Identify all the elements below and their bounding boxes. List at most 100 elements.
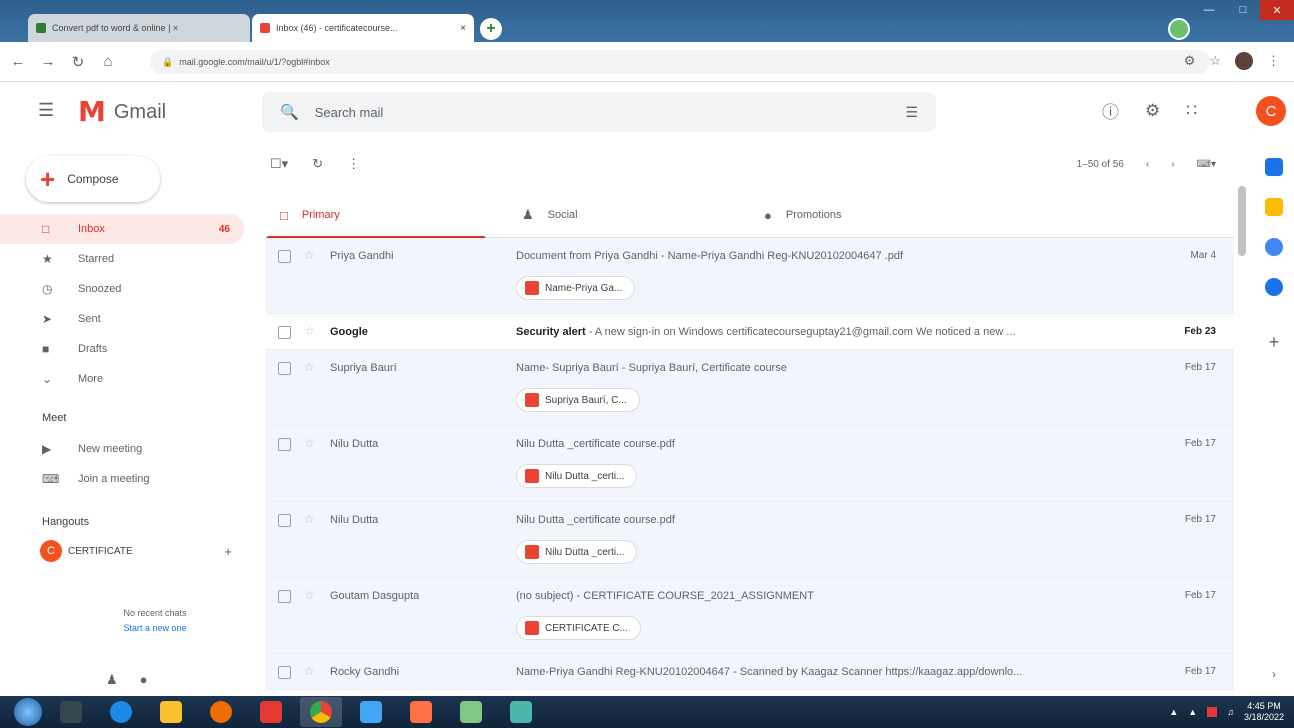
add-addon-icon[interactable]: + <box>1269 332 1280 353</box>
collapse-panel-icon[interactable]: › <box>1272 667 1276 681</box>
sidebar-item-drafts[interactable]: ■ Drafts <box>0 334 244 364</box>
account-avatar[interactable]: C <box>1256 96 1286 126</box>
scrollbar-thumb[interactable] <box>1238 186 1246 256</box>
star-icon[interactable]: ☆ <box>304 512 315 526</box>
start-button-icon[interactable] <box>14 698 42 726</box>
forward-icon[interactable]: → <box>36 53 60 70</box>
taskbar-app-icon[interactable] <box>350 697 392 727</box>
sidebar-item-more[interactable]: ⌄ More <box>0 364 244 394</box>
add-chat-icon[interactable]: + <box>224 544 232 559</box>
star-icon[interactable]: ☆ <box>304 588 315 602</box>
clock[interactable]: 4:45 PM 3/18/2022 <box>1244 701 1284 723</box>
star-icon[interactable]: ☆ <box>304 324 315 338</box>
attachment-chip[interactable]: Nilu Dutta _certi... <box>516 540 638 564</box>
keep-icon[interactable] <box>1265 198 1283 216</box>
star-icon[interactable]: ☆ <box>304 248 315 262</box>
apps-grid-icon[interactable]: ∷ <box>1186 101 1197 121</box>
tab-close-icon[interactable]: × <box>460 23 466 34</box>
taskbar-network-icon[interactable] <box>500 697 542 727</box>
refresh-icon[interactable]: ↻ <box>312 156 323 172</box>
close-window-icon[interactable]: ✕ <box>1260 0 1294 20</box>
email-row[interactable]: ☆ Nilu Dutta Nilu Dutta _certificate cou… <box>266 426 1234 502</box>
join-meeting-item[interactable]: ⌨ Join a meeting <box>0 464 244 494</box>
hangouts-user[interactable]: C CERTIFICATE + <box>40 540 240 562</box>
gmail-logo[interactable]: M Gmail <box>78 98 166 126</box>
more-options-icon[interactable]: ⋮ <box>347 156 360 172</box>
sidebar-item-sent[interactable]: ➤ Sent <box>0 304 244 334</box>
bookmark-star-icon[interactable]: ☆ <box>1209 53 1221 69</box>
extension-icon[interactable]: ⚙ <box>1184 53 1196 69</box>
url-bar[interactable]: 🔒 mail.google.com/mail/u/1/?ogbl#inbox <box>150 50 1210 74</box>
search-options-icon[interactable]: ☰ <box>905 104 918 121</box>
minimize-icon[interactable]: — <box>1192 0 1226 20</box>
attachment-chip[interactable]: Name-Priya Ga... <box>516 276 636 300</box>
sidebar-item-snoozed[interactable]: ◷ Snoozed <box>0 274 244 304</box>
maximize-icon[interactable]: □ <box>1226 0 1260 20</box>
sidebar-item-starred[interactable]: ★ Starred <box>0 244 244 274</box>
tasks-icon[interactable] <box>1265 238 1283 256</box>
row-checkbox[interactable] <box>278 326 291 339</box>
search-input[interactable]: Search mail <box>315 105 384 120</box>
email-sender: Google <box>330 326 368 338</box>
calendar-icon[interactable] <box>1265 158 1283 176</box>
attachment-chip[interactable]: Nilu Dutta _certi... <box>516 464 638 488</box>
search-bar[interactable]: 🔍 Search mail ☰ <box>262 92 936 132</box>
network-icon[interactable]: ▲ <box>1188 707 1197 717</box>
taskbar-office-icon[interactable] <box>400 697 442 727</box>
main-menu-icon[interactable]: ☰ <box>38 100 54 121</box>
volume-icon[interactable]: ♫ <box>1227 707 1234 717</box>
help-icon[interactable]: ⓘ <box>1102 98 1119 123</box>
email-row[interactable]: ☆ Priya Gandhi Document from Priya Gandh… <box>266 238 1234 314</box>
sidebar-item-inbox[interactable]: □ Inbox 46 <box>0 214 244 244</box>
next-page-icon[interactable]: › <box>1171 159 1174 170</box>
taskbar-pdf-app-icon[interactable] <box>250 697 292 727</box>
attachment-chip[interactable]: Supriya Baurí, C... <box>516 388 640 412</box>
taskbar-ie-icon[interactable] <box>100 697 142 727</box>
select-all-checkbox-icon[interactable]: ☐▾ <box>270 156 288 172</box>
prev-page-icon[interactable]: ‹ <box>1146 159 1149 170</box>
row-checkbox[interactable] <box>278 250 291 263</box>
start-chat-link[interactable]: Start a new one <box>80 621 230 636</box>
taskbar-firefox-icon[interactable] <box>200 697 242 727</box>
back-icon[interactable]: ← <box>6 53 30 70</box>
browser-avatar-icon[interactable] <box>1235 52 1253 70</box>
taskbar-chrome-icon[interactable] <box>300 697 342 727</box>
person-icon[interactable]: ♟ <box>106 672 118 688</box>
compose-button[interactable]: + Compose <box>26 156 160 202</box>
tray-arrow-icon[interactable]: ▲ <box>1169 707 1178 717</box>
browser-tab-convert-pdf[interactable]: Convert pdf to word & online | × <box>28 14 250 42</box>
star-icon[interactable]: ☆ <box>304 664 315 678</box>
row-checkbox[interactable] <box>278 362 291 375</box>
browser-menu-icon[interactable]: ⋮ <box>1267 53 1280 69</box>
new-tab-button[interactable]: + <box>480 18 502 40</box>
tab-promotions[interactable]: ● Promotions <box>750 192 992 238</box>
keyboard-input-icon[interactable]: ⌨▾ <box>1197 159 1216 170</box>
email-row[interactable]: ☆ Nilu Dutta Nilu Dutta _certificate cou… <box>266 502 1234 578</box>
taskbar-paint-icon[interactable] <box>450 697 492 727</box>
star-icon[interactable]: ☆ <box>304 436 315 450</box>
taskbar-media-icon[interactable] <box>50 697 92 727</box>
email-date: Feb 17 <box>1184 438 1216 449</box>
search-icon[interactable]: 🔍 <box>280 103 299 121</box>
contacts-icon[interactable] <box>1265 278 1283 296</box>
chat-bubble-icon[interactable]: ● <box>140 672 148 688</box>
attachment-chip[interactable]: CERTIFICATE C... <box>516 616 641 640</box>
star-icon[interactable]: ☆ <box>304 360 315 374</box>
row-checkbox[interactable] <box>278 666 291 679</box>
email-row[interactable]: ☆ Rocky Gandhi Name-Priya Gandhi Reg-KNU… <box>266 654 1234 690</box>
new-meeting-item[interactable]: ▶ New meeting <box>0 434 244 464</box>
tab-primary[interactable]: □ Primary <box>266 192 508 239</box>
home-icon[interactable]: ⌂ <box>96 53 120 70</box>
row-checkbox[interactable] <box>278 438 291 451</box>
row-checkbox[interactable] <box>278 590 291 603</box>
browser-tab-gmail[interactable]: Inbox (46) - certificatecourse... × <box>252 14 474 42</box>
settings-gear-icon[interactable]: ⚙ <box>1145 101 1160 121</box>
email-row[interactable]: ☆ Google Security alert - A new sign-in … <box>266 314 1234 350</box>
flag-icon[interactable] <box>1207 707 1218 717</box>
tab-social[interactable]: ♟ Social <box>508 192 750 238</box>
taskbar-folder-icon[interactable] <box>150 697 192 727</box>
row-checkbox[interactable] <box>278 514 291 527</box>
email-row[interactable]: ☆ Goutam Dasgupta (no subject) - CERTIFI… <box>266 578 1234 654</box>
reload-icon[interactable]: ↻ <box>66 53 90 71</box>
email-row[interactable]: ☆ Supriya Baurí Name- Supriya Baurí - Su… <box>266 350 1234 426</box>
